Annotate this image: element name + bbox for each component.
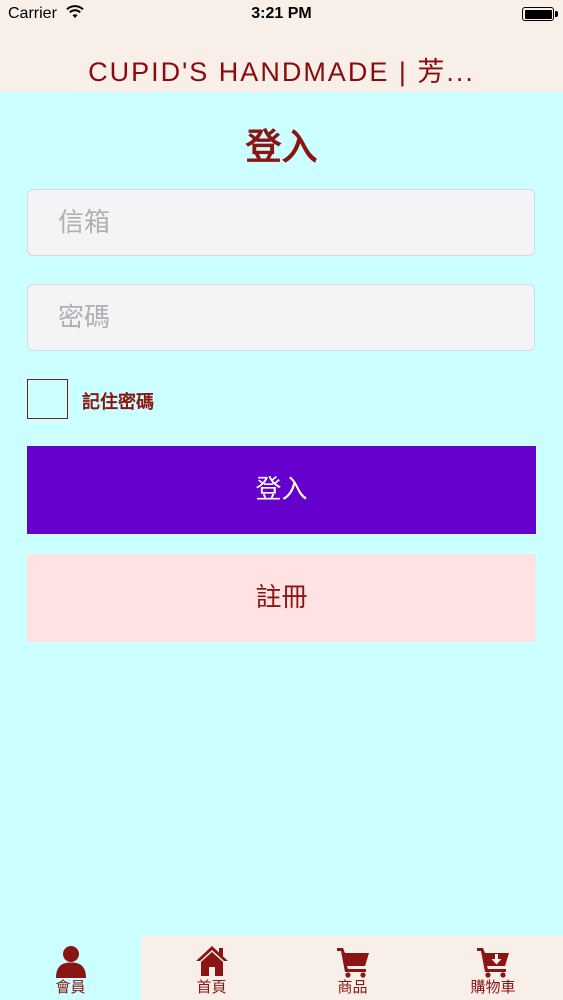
tab-shopping-cart[interactable]: 購物車 bbox=[423, 936, 563, 1000]
tab-shopping-cart-label: 購物車 bbox=[470, 978, 516, 996]
login-button[interactable]: 登入 bbox=[27, 446, 536, 534]
status-bar: Carrier 3:21 PM bbox=[0, 0, 563, 28]
remember-password-checkbox[interactable] bbox=[27, 379, 68, 419]
register-button[interactable]: 註冊 bbox=[27, 554, 536, 642]
app-title: CUPID'S HANDMADE | 芳... bbox=[88, 57, 475, 87]
tab-home-label: 首頁 bbox=[196, 978, 227, 996]
tab-member-label: 會員 bbox=[55, 978, 86, 996]
tab-home[interactable]: 首頁 bbox=[141, 936, 282, 1000]
page-title: 登入 bbox=[245, 127, 318, 168]
nav-bar: CUPID'S HANDMADE | 芳... bbox=[0, 28, 563, 92]
password-field[interactable] bbox=[27, 284, 535, 351]
cart-download-icon bbox=[477, 948, 509, 978]
status-time: 3:21 PM bbox=[251, 5, 312, 22]
tab-member[interactable]: 會員 bbox=[0, 936, 141, 1000]
tab-bar: 會員 首頁 商品 購物車 bbox=[0, 936, 563, 1000]
tab-products-label: 商品 bbox=[337, 978, 368, 996]
remember-password-label: 記住密碼 bbox=[82, 392, 154, 413]
member-icon bbox=[55, 946, 86, 978]
email-field[interactable] bbox=[27, 189, 535, 256]
tab-products[interactable]: 商品 bbox=[282, 936, 423, 1000]
battery-icon bbox=[522, 7, 558, 21]
cart-icon bbox=[336, 948, 369, 978]
home-icon bbox=[195, 946, 228, 976]
